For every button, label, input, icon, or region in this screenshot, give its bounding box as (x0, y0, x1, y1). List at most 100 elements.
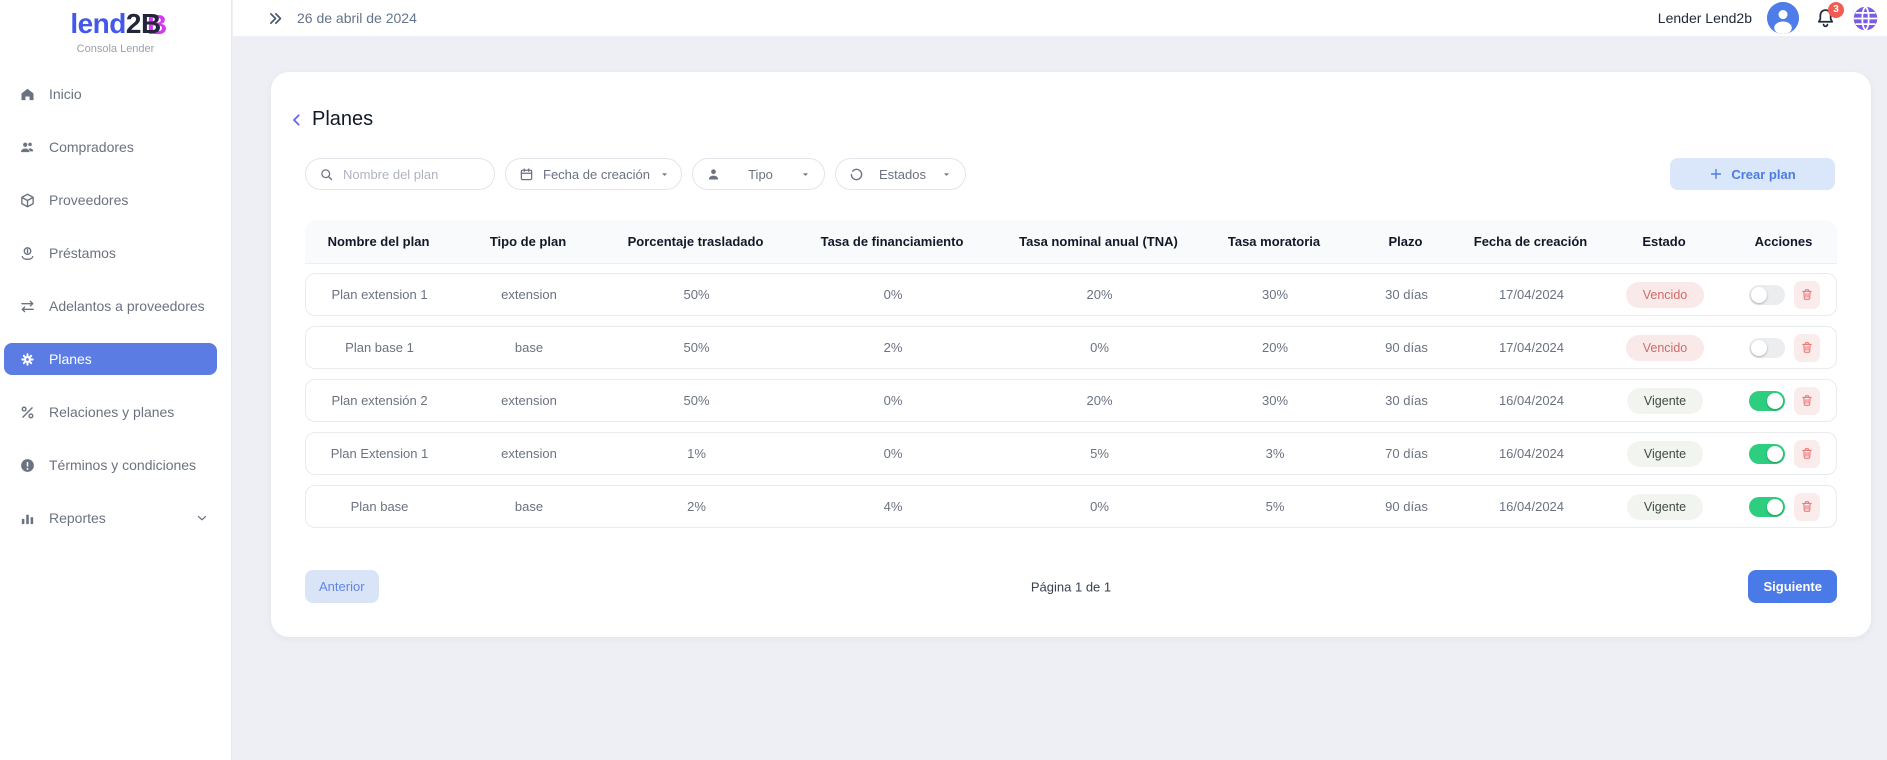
brand-logo: lendB2B Consola Lender (0, 0, 231, 55)
current-date: 26 de abril de 2024 (297, 10, 417, 26)
delete-button[interactable] (1794, 387, 1820, 415)
cell-term: 90 días (1349, 340, 1464, 355)
search-field[interactable] (343, 167, 481, 182)
bar-chart-icon (18, 509, 36, 527)
sidebar-item-adelantos[interactable]: Adelantos a proveedores (4, 290, 217, 322)
previous-page-button[interactable]: Anterior (305, 570, 379, 603)
delete-button[interactable] (1794, 281, 1820, 309)
cell-financing-rate: 2% (788, 340, 998, 355)
delete-button[interactable] (1794, 440, 1820, 468)
back-chevron-icon[interactable] (289, 112, 305, 128)
toggle-knob (1751, 287, 1767, 303)
sidebar-item-label: Proveedores (49, 192, 128, 208)
sidebar-item-label: Relaciones y planes (49, 404, 174, 420)
topbar: 26 de abril de 2024 Lender Lend2b 3 (233, 0, 1887, 36)
type-filter-label: Tipo (748, 167, 773, 182)
trash-icon (1800, 287, 1814, 302)
table-row: Plan Extension 1 extension 1% 0% 5% 3% 7… (305, 432, 1837, 475)
column-header: Fecha de creación (1463, 234, 1598, 249)
person-icon (706, 167, 721, 182)
sidebar-item-relaciones[interactable]: Relaciones y planes (4, 396, 217, 428)
table-header: Nombre del plan Tipo de plan Porcentaje … (305, 220, 1837, 264)
type-filter-dropdown[interactable]: Tipo (692, 158, 825, 190)
cell-transferred-percentage: 50% (605, 340, 788, 355)
coin-icon (18, 244, 36, 262)
create-plan-label: Crear plan (1731, 167, 1795, 182)
delete-button[interactable] (1794, 334, 1820, 362)
column-header: Plazo (1348, 234, 1463, 249)
status-badge: Vigente (1627, 494, 1703, 520)
page-title: Planes (312, 108, 373, 131)
users-icon (18, 138, 36, 156)
active-toggle[interactable] (1749, 391, 1785, 411)
sidebar-item-label: Préstamos (49, 245, 116, 261)
cell-creation-date: 16/04/2024 (1464, 499, 1599, 514)
search-icon (319, 167, 334, 182)
sidebar-item-compradores[interactable]: Compradores (4, 131, 217, 163)
cell-late-rate: 5% (1201, 499, 1349, 514)
cell-actions (1731, 440, 1838, 468)
notifications-bell-icon[interactable]: 3 (1814, 7, 1837, 30)
page-header: Planes (289, 108, 373, 131)
sidebar-item-inicio[interactable]: Inicio (4, 78, 217, 110)
active-toggle[interactable] (1749, 444, 1785, 464)
status-filter-label: Estados (879, 167, 926, 182)
column-header: Tipo de plan (452, 234, 604, 249)
sidebar-item-terminos[interactable]: Términos y condiciones (4, 449, 217, 481)
cell-actions (1731, 387, 1838, 415)
trash-icon (1800, 393, 1814, 408)
cell-status: Vencido (1599, 282, 1731, 308)
delete-button[interactable] (1794, 493, 1820, 521)
active-toggle[interactable] (1749, 497, 1785, 517)
trash-icon (1800, 446, 1814, 461)
percent-icon (18, 403, 36, 421)
planes-card: Planes Fecha de creación Tipo (271, 72, 1871, 637)
sidebar: lendB2B Consola Lender Inicio Compradore… (0, 0, 232, 760)
toggle-knob (1767, 499, 1783, 515)
cell-financing-rate: 0% (788, 446, 998, 461)
status-filter-dropdown[interactable]: Estados (835, 158, 966, 190)
toggle-knob (1751, 340, 1767, 356)
sidebar-expand-icon[interactable] (267, 10, 284, 27)
cell-plan-type: base (453, 340, 605, 355)
language-globe-icon[interactable] (1852, 5, 1879, 32)
trash-icon (1800, 499, 1814, 514)
plans-table: Nombre del plan Tipo de plan Porcentaje … (305, 220, 1837, 538)
table-row: Plan extension 1 extension 50% 0% 20% 30… (305, 273, 1837, 316)
date-filter-label: Fecha de creación (543, 167, 650, 182)
column-header: Porcentaje trasladado (604, 234, 787, 249)
cell-late-rate: 30% (1201, 393, 1349, 408)
status-badge: Vigente (1627, 388, 1703, 414)
sidebar-item-label: Planes (49, 351, 92, 367)
cell-late-rate: 30% (1201, 287, 1349, 302)
sidebar-item-label: Inicio (49, 86, 82, 102)
pagination-bar: Anterior Página 1 de 1 Siguiente (305, 570, 1837, 603)
active-toggle[interactable] (1749, 338, 1785, 358)
cell-plan-type: extension (453, 393, 605, 408)
user-name: Lender Lend2b (1658, 10, 1752, 26)
active-toggle[interactable] (1749, 285, 1785, 305)
home-icon (18, 85, 36, 103)
create-plan-button[interactable]: Crear plan (1670, 158, 1835, 190)
cell-creation-date: 16/04/2024 (1464, 393, 1599, 408)
cell-tna: 0% (998, 340, 1201, 355)
user-avatar[interactable] (1767, 2, 1799, 34)
cell-creation-date: 17/04/2024 (1464, 287, 1599, 302)
cell-term: 70 días (1349, 446, 1464, 461)
table-row: Plan base base 2% 4% 0% 5% 90 días 16/04… (305, 485, 1837, 528)
status-badge: Vigente (1627, 441, 1703, 467)
sidebar-item-planes[interactable]: Planes (4, 343, 217, 375)
cell-plan-name: Plan base (306, 499, 453, 514)
cell-plan-type: base (453, 499, 605, 514)
caret-down-icon (941, 169, 952, 180)
sidebar-item-reportes[interactable]: Reportes (4, 502, 217, 534)
sidebar-item-proveedores[interactable]: Proveedores (4, 184, 217, 216)
next-page-button[interactable]: Siguiente (1748, 570, 1837, 603)
logo-text-2b: 2B (126, 8, 161, 39)
table-row: Plan base 1 base 50% 2% 0% 20% 90 días 1… (305, 326, 1837, 369)
search-input[interactable] (305, 158, 495, 190)
cell-financing-rate: 0% (788, 287, 998, 302)
date-filter-dropdown[interactable]: Fecha de creación (505, 158, 682, 190)
sidebar-item-prestamos[interactable]: Préstamos (4, 237, 217, 269)
cell-transferred-percentage: 2% (605, 499, 788, 514)
